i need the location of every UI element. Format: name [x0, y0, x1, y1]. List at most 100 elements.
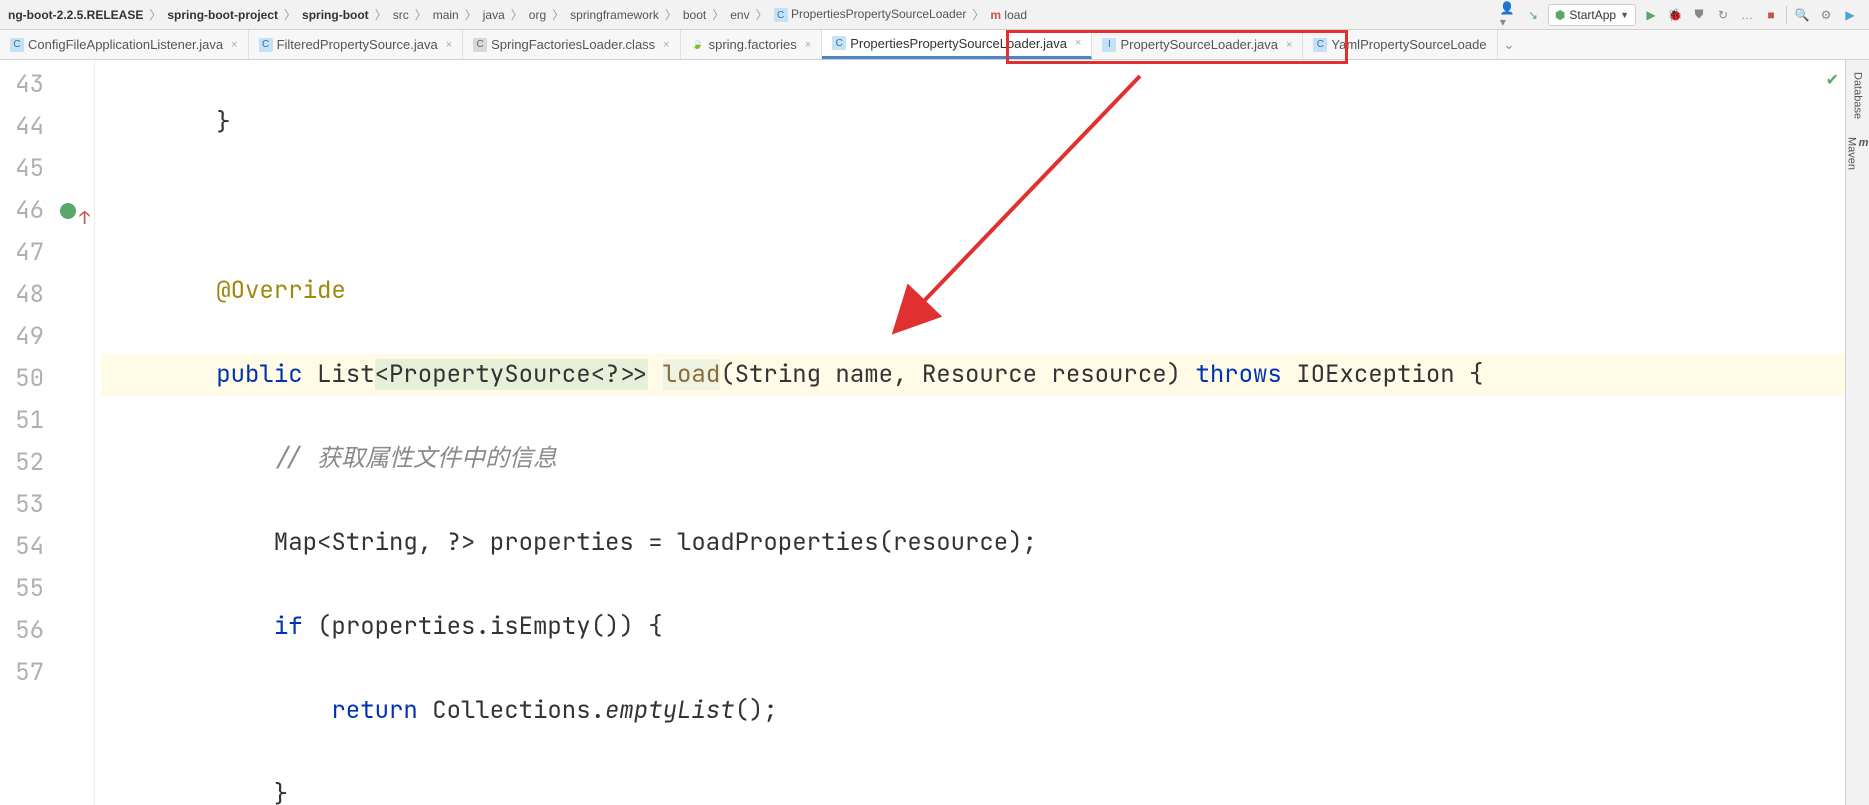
line-number: 49 — [0, 316, 94, 358]
chev-icon: 〉 — [147, 6, 163, 23]
chev-icon: 〉 — [373, 6, 389, 23]
close-icon[interactable]: × — [446, 39, 452, 51]
gutter: 43 44 45 46↑ 47 48 49 50 51 52 53 54 55 … — [0, 60, 95, 805]
crumb[interactable]: env — [726, 6, 753, 24]
java-icon: C — [259, 38, 273, 52]
tool-window-database[interactable]: Database — [1852, 72, 1864, 119]
spring-icon: ⬢ — [1555, 8, 1565, 22]
line-number: 54 — [0, 526, 94, 568]
code-line: } — [101, 102, 1869, 144]
line-number: 44 — [0, 106, 94, 148]
stop-icon[interactable]: ■ — [1762, 6, 1780, 24]
attach-icon[interactable]: … — [1738, 6, 1756, 24]
class-icon: C — [774, 8, 788, 22]
code-line — [101, 186, 1869, 228]
chev-icon: 〉 — [509, 6, 525, 23]
tab-label: PropertiesPropertySourceLoader.java — [850, 36, 1067, 51]
settings-icon[interactable]: ⚙ — [1817, 6, 1835, 24]
crumb[interactable]: spring-boot — [298, 6, 373, 24]
crumb[interactable]: java — [479, 6, 509, 24]
search-icon[interactable]: 🔍 — [1793, 6, 1811, 24]
profile-icon[interactable]: ↻ — [1714, 6, 1732, 24]
toolbar-right: 👤▾ ↘ ⬢ StartApp ▼ ▶ 🐞 ⛊ ↻ … ■ 🔍 ⚙ ▶ — [1500, 4, 1865, 26]
top-bar: ng-boot-2.2.5.RELEASE〉 spring-boot-proje… — [0, 0, 1869, 30]
chev-icon: 〉 — [550, 6, 566, 23]
tab-label: ConfigFileApplicationListener.java — [28, 37, 223, 52]
line-number: 43 — [0, 64, 94, 106]
code-line: @Override — [101, 270, 1869, 312]
code-line: if (properties.isEmpty()) { — [101, 606, 1869, 648]
code-line: } — [101, 774, 1869, 805]
java-icon: C — [832, 36, 846, 50]
chev-icon: 〉 — [463, 6, 479, 23]
crumb[interactable]: C PropertiesPropertySourceLoader — [770, 5, 971, 25]
file-tab[interactable]: C SpringFactoriesLoader.class × — [463, 30, 680, 59]
close-icon[interactable]: × — [1075, 37, 1081, 49]
tab-label: spring.factories — [709, 37, 797, 52]
line-number: 48 — [0, 274, 94, 316]
line-number: 47 — [0, 232, 94, 274]
tab-label: YamlPropertySourceLoade — [1331, 37, 1486, 52]
java-icon: C — [1313, 38, 1327, 52]
crumb[interactable]: ng-boot-2.2.5.RELEASE — [4, 6, 147, 24]
tab-label: FilteredPropertySource.java — [277, 37, 438, 52]
tabs-dropdown[interactable]: ⌄ — [1498, 30, 1521, 59]
crumb[interactable]: main — [429, 6, 463, 24]
chev-icon: 〉 — [282, 6, 298, 23]
right-tool-strip: Database mMaven — [1845, 60, 1869, 805]
run-icon[interactable]: ▶ — [1642, 6, 1660, 24]
line-number: 51 — [0, 400, 94, 442]
crumb[interactable]: boot — [679, 6, 710, 24]
build-icon[interactable]: ↘ — [1524, 6, 1542, 24]
code-area[interactable]: } @Override public List<PropertySource<?… — [95, 60, 1869, 805]
tab-label: SpringFactoriesLoader.class — [491, 37, 655, 52]
close-icon[interactable]: × — [231, 39, 237, 51]
java-icon: I — [1102, 38, 1116, 52]
close-icon[interactable]: × — [1286, 39, 1292, 51]
code-line: return Collections.emptyList(); — [101, 690, 1869, 732]
separator — [1786, 6, 1787, 24]
file-tab[interactable]: I PropertySourceLoader.java × — [1092, 30, 1303, 59]
run-config-label: StartApp — [1569, 8, 1616, 22]
close-icon[interactable]: × — [805, 39, 811, 51]
crumb[interactable]: springframework — [566, 6, 663, 24]
chev-icon: 〉 — [710, 6, 726, 23]
dropdown-icon: ▼ — [1620, 10, 1629, 20]
crumb[interactable]: spring-boot-project — [163, 6, 282, 24]
crumb[interactable]: m load — [986, 6, 1031, 24]
file-tab[interactable]: CConfigFileApplicationListener.java× — [0, 30, 249, 59]
file-tab[interactable]: C YamlPropertySourceLoade — [1303, 30, 1497, 59]
class-icon: C — [473, 38, 487, 52]
line-number: 53 — [0, 484, 94, 526]
coverage-icon[interactable]: ⛊ — [1690, 6, 1708, 24]
line-number: 45 — [0, 148, 94, 190]
line-number: 52 — [0, 442, 94, 484]
tabs-bar: C ConfigFileApplicationListener.java × C Fi… — [0, 30, 1869, 60]
file-tab-active[interactable]: C PropertiesPropertySourceLoader.java × — [822, 30, 1092, 59]
stop-all-icon[interactable]: ▶ — [1841, 6, 1859, 24]
run-config-selector[interactable]: ⬢ StartApp ▼ — [1548, 4, 1636, 26]
file-tab[interactable]: C FilteredPropertySource.java × — [249, 30, 464, 59]
debug-icon[interactable]: 🐞 — [1666, 6, 1684, 24]
chev-icon: 〉 — [970, 6, 986, 23]
tool-window-maven[interactable]: mMaven — [1846, 137, 1869, 170]
chev-icon: 〉 — [413, 6, 429, 23]
code-line: Map<String, ?> properties = loadProperti… — [101, 522, 1869, 564]
line-number: 57 — [0, 652, 94, 694]
user-icon[interactable]: 👤▾ — [1500, 6, 1518, 24]
code-line: // 获取属性文件中的信息 — [101, 438, 1869, 480]
line-number: 56 — [0, 610, 94, 652]
line-number: 55 — [0, 568, 94, 610]
file-icon: 🍃 — [691, 38, 705, 52]
close-icon[interactable]: × — [663, 39, 669, 51]
chev-icon: 〉 — [754, 6, 770, 23]
editor: 43 44 45 46↑ 47 48 49 50 51 52 53 54 55 … — [0, 60, 1869, 805]
line-number: 50 — [0, 358, 94, 400]
line-number: 46↑ — [0, 190, 94, 232]
tab-label: PropertySourceLoader.java — [1120, 37, 1278, 52]
method-icon: m — [990, 8, 1001, 22]
file-tab[interactable]: 🍃 spring.factories × — [681, 30, 823, 59]
crumb[interactable]: src — [389, 6, 413, 24]
breadcrumbs: ng-boot-2.2.5.RELEASE〉 spring-boot-proje… — [4, 5, 1500, 25]
crumb[interactable]: org — [525, 6, 550, 24]
